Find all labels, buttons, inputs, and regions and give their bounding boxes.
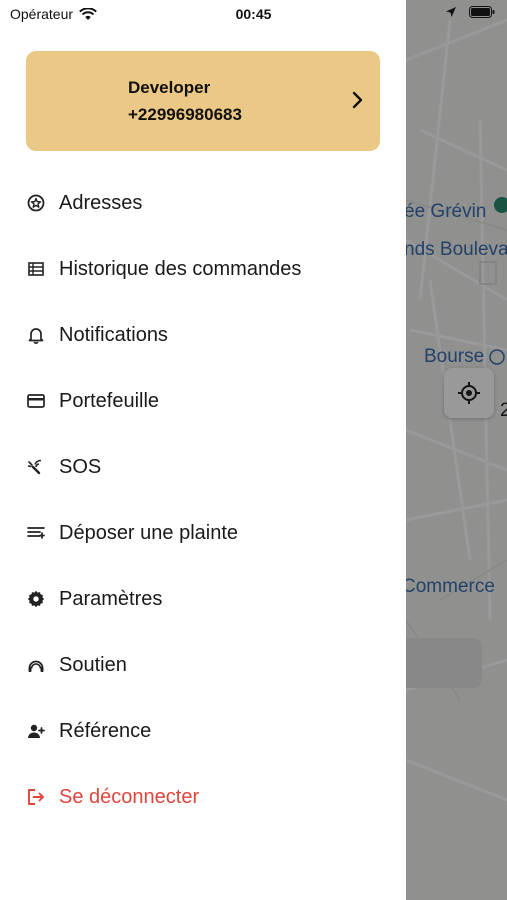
wallet-icon xyxy=(27,392,45,410)
status-time: 00:45 xyxy=(235,6,272,22)
profile-phone: +22996980683 xyxy=(128,105,242,124)
status-bar: Opérateur 00:45 xyxy=(0,0,507,30)
menu-item-complaint[interactable]: Déposer une plainte xyxy=(0,500,406,566)
profile-name: Developer xyxy=(128,78,211,97)
menu-label: Historique des commandes xyxy=(59,257,302,280)
logout-icon xyxy=(27,788,45,806)
menu-item-addresses[interactable]: Adresses xyxy=(0,170,406,236)
menu-label: Référence xyxy=(59,719,152,742)
bell-icon xyxy=(27,326,45,344)
menu-label: Paramètres xyxy=(59,587,163,610)
menu-label: Se déconnecter xyxy=(59,785,200,808)
address-icon xyxy=(27,194,45,212)
gear-icon xyxy=(27,590,45,608)
order-history-icon xyxy=(27,260,45,278)
status-right xyxy=(445,6,495,18)
menu-item-referral[interactable]: Référence xyxy=(0,698,406,764)
profile-card[interactable]: Developer +22996980683 xyxy=(26,51,380,151)
menu-item-support[interactable]: Soutien xyxy=(0,632,406,698)
menu-item-order-history[interactable]: Historique des commandes xyxy=(0,236,406,302)
sos-icon xyxy=(27,458,45,476)
menu-label: Notifications xyxy=(59,323,168,346)
side-drawer: Developer +22996980683 Adresses Historiq… xyxy=(0,0,406,900)
menu-item-logout[interactable]: Se déconnecter xyxy=(0,764,406,830)
support-icon xyxy=(27,656,45,674)
menu-item-wallet[interactable]: Portefeuille xyxy=(0,368,406,434)
menu-label: Adresses xyxy=(59,191,143,214)
location-arrow-icon xyxy=(446,7,456,17)
menu-label: Déposer une plainte xyxy=(59,521,239,544)
drawer-menu: Adresses Historique des commandes Notifi… xyxy=(0,170,406,830)
battery-icon xyxy=(469,6,495,18)
menu-item-sos[interactable]: SOS xyxy=(0,434,406,500)
menu-label: SOS xyxy=(59,455,102,478)
menu-item-settings[interactable]: Paramètres xyxy=(0,566,406,632)
menu-item-notifications[interactable]: Notifications xyxy=(0,302,406,368)
complaint-icon xyxy=(27,524,45,542)
referral-icon xyxy=(27,722,45,740)
menu-label: Portefeuille xyxy=(59,389,160,412)
chevron-right-icon xyxy=(352,91,363,109)
menu-label: Soutien xyxy=(59,653,127,676)
